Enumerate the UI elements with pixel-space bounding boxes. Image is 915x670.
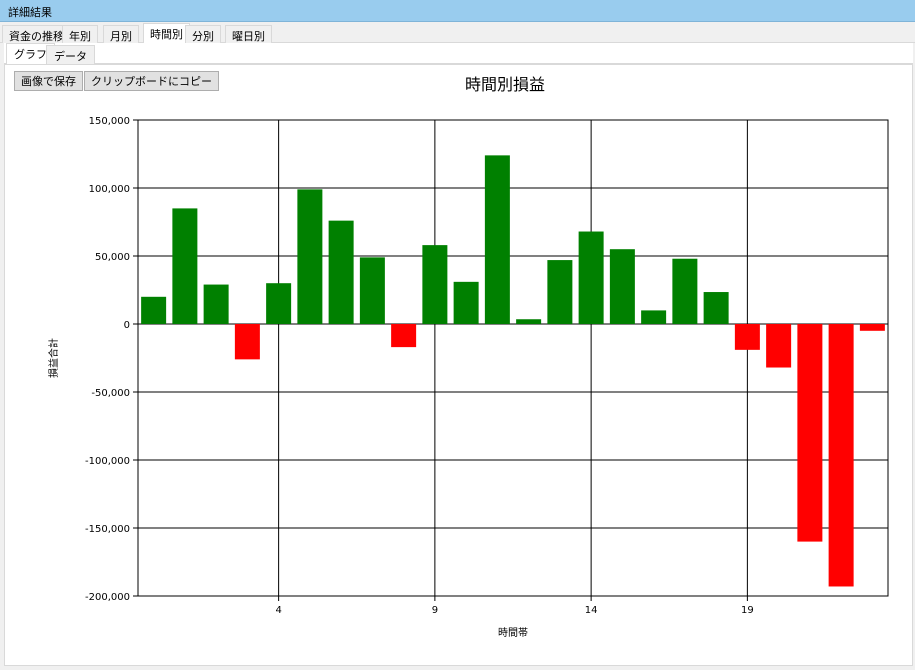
- tab-weekday[interactable]: 曜日別: [225, 25, 272, 43]
- y-tick-label: -100,000: [85, 456, 130, 467]
- y-tick-label: 100,000: [89, 184, 130, 195]
- bar-hour-14: [578, 231, 604, 324]
- view-subtabs: グラフ データ: [4, 43, 913, 64]
- y-tick-label: 50,000: [95, 252, 130, 263]
- bar-hour-13: [547, 260, 573, 324]
- y-tick-label: 150,000: [89, 116, 130, 127]
- tab-fund-transition[interactable]: 資金の推移: [2, 25, 71, 43]
- bar-hour-5: [297, 189, 323, 324]
- y-tick-label: -150,000: [85, 524, 130, 535]
- bar-hour-22: [828, 324, 854, 587]
- bar-hour-2: [203, 284, 229, 324]
- y-axis-label: 損益合計: [47, 338, 60, 378]
- y-tick-label: -50,000: [91, 388, 130, 399]
- bar-hour-12: [516, 319, 542, 324]
- bar-hour-0: [141, 296, 167, 324]
- bar-hour-8: [391, 324, 417, 348]
- bar-hour-15: [609, 249, 635, 324]
- tab-hourly[interactable]: 時間別: [143, 23, 190, 44]
- y-tick-label: 0: [124, 320, 130, 331]
- subtab-data[interactable]: データ: [46, 45, 95, 64]
- chart-panel: 画像で保存 クリップボードにコピー 時間別損益 150,000 100,000 50…: [4, 64, 913, 666]
- bar-hour-7: [359, 257, 385, 324]
- hourly-pnl-chart: 150,000 100,000 50,000 0 -50,000 -100,000 -150…: [47, 116, 889, 639]
- bar-hour-19: [734, 324, 760, 350]
- window-titlebar: 詳細結果: [0, 0, 915, 22]
- tab-monthly[interactable]: 月別: [103, 25, 139, 43]
- y-tick-label: -200,000: [85, 592, 130, 603]
- bar-hour-18: [703, 292, 729, 324]
- bar-hour-16: [641, 310, 667, 324]
- bar-hour-9: [422, 245, 448, 324]
- bar-hour-17: [672, 258, 698, 324]
- x-tick-label: 19: [741, 605, 754, 616]
- x-axis-label: 時間帯: [498, 626, 528, 639]
- window-title: 詳細結果: [8, 6, 52, 19]
- x-tick-label: 9: [432, 605, 438, 616]
- bar-hour-3: [234, 324, 260, 360]
- bar-hour-6: [328, 220, 354, 324]
- bar-hour-23: [859, 324, 885, 331]
- x-tick-label: 4: [275, 605, 281, 616]
- bar-hour-11: [484, 155, 510, 324]
- bar-hour-10: [453, 281, 479, 324]
- main-tabstrip: 資金の推移 年別 月別 時間別 分別 曜日別: [0, 22, 915, 44]
- tab-yearly[interactable]: 年別: [62, 25, 98, 43]
- tab-by-minute[interactable]: 分別: [185, 25, 221, 43]
- bar-hour-1: [172, 208, 198, 324]
- bar-hour-4: [266, 283, 292, 324]
- bar-hour-20: [766, 324, 792, 368]
- x-tick-label: 14: [585, 605, 598, 616]
- bar-hour-21: [797, 324, 823, 542]
